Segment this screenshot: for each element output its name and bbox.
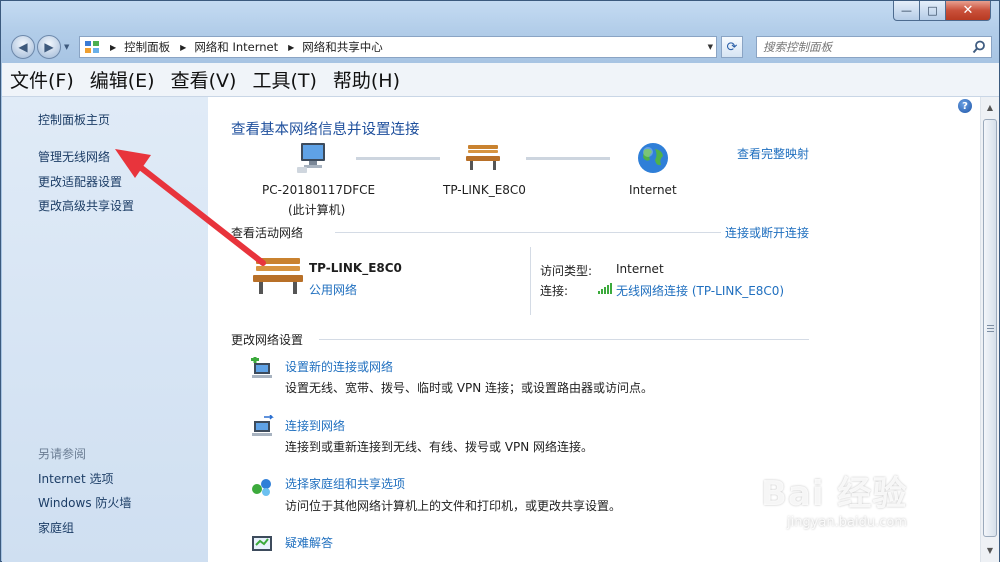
address-bar[interactable]: ▶ 控制面板 ▶ 网络和 Internet ▶ 网络和共享中心 ▼: [79, 36, 717, 58]
control-panel-window: — □ ✕ ◀ ▶ ▼ ▶ 控制面板 ▶ 网络和 Internet ▶ 网络和共…: [0, 0, 1000, 562]
connections-label: 连接:: [540, 284, 569, 298]
access-type-value: Internet: [616, 262, 664, 276]
connect-to-network-desc: 连接到或重新连接到无线、有线、拨号或 VPN 网络连接。: [285, 440, 594, 454]
close-button[interactable]: ✕: [946, 1, 991, 21]
sidebar-windows-firewall[interactable]: Windows 防火墙: [38, 494, 131, 511]
watermark-logo-text: Bai 经验: [761, 474, 908, 514]
vertical-scrollbar[interactable]: ▲ ▼: [980, 97, 999, 562]
breadcrumb-network-internet[interactable]: 网络和 Internet: [194, 39, 278, 55]
access-type-label: 访问类型:: [540, 264, 593, 278]
divider: [530, 247, 531, 315]
setup-new-connection-link[interactable]: 设置新的连接或网络: [285, 358, 393, 375]
troubleshoot-icon: [252, 536, 272, 551]
breadcrumb-network-sharing-center[interactable]: 网络和共享中心: [302, 39, 383, 55]
control-panel-icon: [85, 41, 99, 53]
connect-disconnect-link[interactable]: 连接或断开连接: [725, 224, 809, 241]
homegroup-sharing-link[interactable]: 选择家庭组和共享选项: [285, 475, 405, 492]
sidebar-control-panel-home[interactable]: 控制面板主页: [38, 111, 110, 128]
arrow-left-icon: ◀: [18, 40, 28, 54]
breadcrumb-separator[interactable]: ▶: [288, 43, 294, 52]
homegroup-sharing-desc: 访问位于其他网络计算机上的文件和打印机，或更改共享设置。: [285, 499, 622, 513]
divider: [335, 232, 721, 233]
public-network-bench-icon: [253, 258, 303, 294]
recent-pages-dropdown[interactable]: ▼: [64, 43, 69, 51]
menu-tools[interactable]: 工具(T): [252, 66, 316, 93]
divider: [319, 339, 809, 340]
watermark-url: jingyan.baidu.com: [787, 515, 907, 530]
internet-label: Internet: [629, 183, 677, 197]
baidu-jingyan-watermark: Bai 经验 jingyan.baidu.com: [761, 466, 907, 530]
setup-new-connection-desc: 设置无线、宽带、拨号、临时或 VPN 连接；或设置路由器或访问点。: [285, 381, 654, 395]
connection-line: [526, 157, 610, 160]
menu-file[interactable]: 文件(F): [10, 66, 74, 93]
search-icon[interactable]: [972, 40, 986, 57]
router-name: TP-LINK_E8C0: [443, 183, 526, 197]
bench-icon: [466, 145, 500, 170]
forward-button[interactable]: ▶: [37, 35, 61, 59]
refresh-icon: ⟳: [726, 39, 738, 55]
caption-buttons: — □ ✕: [893, 1, 991, 21]
computer-sub-label: (此计算机): [288, 203, 346, 217]
menu-help[interactable]: 帮助(H): [333, 66, 400, 93]
network-type-link[interactable]: 公用网络: [309, 281, 357, 298]
computer-name: PC-20180117DFCE: [262, 183, 376, 197]
sidebar-internet-options[interactable]: Internet 选项: [38, 470, 113, 487]
breadcrumb-separator[interactable]: ▶: [110, 43, 116, 52]
sidebar-homegroup[interactable]: 家庭组: [38, 519, 74, 536]
connection-line: [356, 157, 440, 160]
wireless-connection-link[interactable]: 无线网络连接 (TP-LINK_E8C0): [616, 282, 784, 299]
sidebar-change-advanced-sharing[interactable]: 更改高级共享设置: [38, 197, 134, 214]
connect-to-network-link[interactable]: 连接到网络: [285, 417, 345, 434]
search-input[interactable]: [763, 40, 963, 54]
breadcrumb-separator[interactable]: ▶: [180, 43, 186, 52]
help-icon[interactable]: ?: [958, 99, 972, 113]
search-box: [756, 36, 992, 58]
task-pane: 控制面板主页 管理无线网络 更改适配器设置 更改高级共享设置 另请参阅 Inte…: [2, 97, 208, 562]
refresh-button[interactable]: ⟳: [721, 36, 743, 58]
chevron-down-icon[interactable]: ▼: [708, 43, 713, 51]
arrow-right-icon: ▶: [44, 40, 54, 54]
homegroup-icon: [252, 479, 271, 496]
page-title: 查看基本网络信息并设置连接: [231, 122, 420, 138]
scroll-up-icon[interactable]: ▲: [982, 99, 998, 116]
back-button[interactable]: ◀: [11, 35, 35, 59]
sidebar-change-adapter-settings[interactable]: 更改适配器设置: [38, 173, 122, 190]
active-networks-heading: 查看活动网络: [231, 226, 304, 240]
menu-view[interactable]: 查看(V): [171, 66, 237, 93]
change-settings-heading: 更改网络设置: [231, 333, 304, 347]
scroll-thumb[interactable]: [983, 119, 997, 537]
navigation-bar: ◀ ▶ ▼ ▶ 控制面板 ▶ 网络和 Internet ▶ 网络和共享中心 ▼ …: [1, 31, 1000, 61]
view-full-map-link[interactable]: 查看完整映射: [737, 145, 809, 162]
new-connection-icon: [251, 357, 272, 378]
minimize-button[interactable]: —: [893, 1, 920, 21]
menu-edit[interactable]: 编辑(E): [90, 66, 155, 93]
sidebar-manage-wireless-networks[interactable]: 管理无线网络: [38, 148, 110, 165]
breadcrumb-control-panel[interactable]: 控制面板: [124, 39, 170, 55]
signal-strength-icon: [598, 283, 612, 294]
troubleshoot-link[interactable]: 疑难解答: [285, 534, 333, 551]
connect-network-icon: [252, 415, 274, 436]
globe-icon: [638, 143, 668, 173]
menu-bar: 文件(F) 编辑(E) 查看(V) 工具(T) 帮助(H): [2, 63, 999, 97]
maximize-button[interactable]: □: [920, 1, 946, 21]
see-also-heading: 另请参阅: [38, 447, 87, 461]
scroll-down-icon[interactable]: ▼: [982, 542, 998, 559]
active-network-name: TP-LINK_E8C0: [309, 261, 402, 275]
computer-icon: [297, 143, 325, 173]
